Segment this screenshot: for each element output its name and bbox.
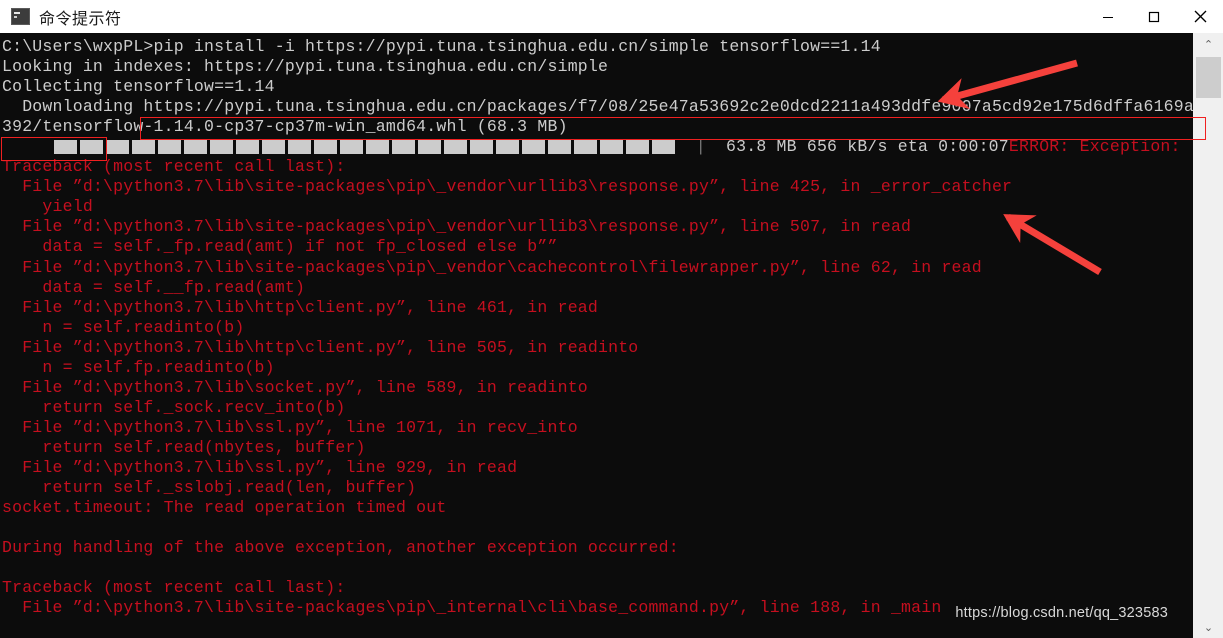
- cmd-icon: [11, 8, 30, 25]
- watermark-text: https://blog.csdn.net/qq_323583: [955, 605, 1168, 621]
- progress-stats: 63.8 MB 656 kB/s eta 0:00:07: [726, 137, 1009, 157]
- console-line: File ”d:\python3.7\lib\http\client.py”, …: [2, 337, 639, 357]
- scroll-up-arrow-icon[interactable]: ⌃: [1194, 33, 1223, 55]
- console-line: socket.timeout: The read operation timed…: [2, 498, 447, 518]
- console-line: File ”d:\python3.7\lib\http\client.py”, …: [2, 297, 598, 317]
- console-line: Collecting tensorflow==1.14: [2, 77, 275, 97]
- console-line: n = self.fp.readinto(b): [2, 357, 275, 377]
- scrollbar-thumb[interactable]: [1196, 57, 1221, 98]
- console-line: return self.read(nbytes, buffer): [2, 437, 366, 457]
- console-line: File ”d:\python3.7\lib\site-packages\pip…: [2, 217, 912, 237]
- console-line: n = self.readinto(b): [2, 317, 245, 337]
- progress-bar: [53, 140, 675, 155]
- window-controls: [1085, 0, 1223, 33]
- minimize-icon: [1103, 16, 1113, 18]
- download-progress-row: | 63.8 MB 656 kB/s eta 0:00:07 ERROR: Exc…: [2, 137, 1194, 157]
- console-line: Traceback (most recent call last):: [2, 578, 346, 598]
- console-line: return self._sslobj.read(len, buffer): [2, 478, 417, 498]
- console-line: During handling of the above exception, …: [2, 538, 679, 558]
- console-line: data = self.__fp.read(amt): [2, 277, 306, 297]
- console-line: File ”d:\python3.7\lib\socket.py”, line …: [2, 377, 588, 397]
- progress-indent: [2, 137, 53, 157]
- console-scrollbar[interactable]: ⌃ ⌄: [1193, 33, 1223, 638]
- minimize-button[interactable]: [1085, 0, 1131, 33]
- console-line: Traceback (most recent call last):: [2, 157, 346, 177]
- console-line: File ”d:\python3.7\lib\site-packages\pip…: [2, 257, 982, 277]
- console-line: File ”d:\python3.7\lib\site-packages\pip…: [2, 177, 1013, 197]
- console-line: 392/tensorflow-1.14.0-cp37-cp37m-win_amd…: [2, 117, 568, 137]
- window-titlebar: 命令提示符: [0, 0, 1223, 34]
- close-icon: [1194, 10, 1206, 23]
- console-line: return self._sock.recv_into(b): [2, 397, 346, 417]
- cmd-window: 命令提示符 C:\Users\wxpPL>pip install -i http…: [0, 0, 1223, 638]
- close-button[interactable]: [1177, 0, 1223, 33]
- progress-separator: |: [675, 137, 727, 157]
- console-line: File ”d:\python3.7\lib\ssl.py”, line 929…: [2, 457, 518, 477]
- scroll-down-arrow-icon[interactable]: ⌄: [1194, 616, 1223, 638]
- console-line: Looking in indexes: https://pypi.tuna.ts…: [2, 57, 609, 77]
- console-line: data = self._fp.read(amt) if not fp_clos…: [2, 237, 558, 257]
- console-line: File ”d:\python3.7\lib\ssl.py”, line 107…: [2, 417, 578, 437]
- window-title: 命令提示符: [39, 8, 122, 28]
- console-line: yield: [2, 197, 93, 217]
- maximize-icon: [1148, 11, 1160, 22]
- maximize-button[interactable]: [1131, 0, 1177, 33]
- error-exception-text: ERROR: Exception:: [1008, 137, 1181, 157]
- console-output-area[interactable]: C:\Users\wxpPL>pip install -i https://py…: [0, 33, 1194, 638]
- console-line: Downloading https://pypi.tuna.tsinghua.e…: [2, 97, 1194, 117]
- console-text: C:\Users\wxpPL>pip install -i https://py…: [0, 33, 1194, 618]
- console-line: C:\Users\wxpPL>pip install -i https://py…: [2, 37, 881, 56]
